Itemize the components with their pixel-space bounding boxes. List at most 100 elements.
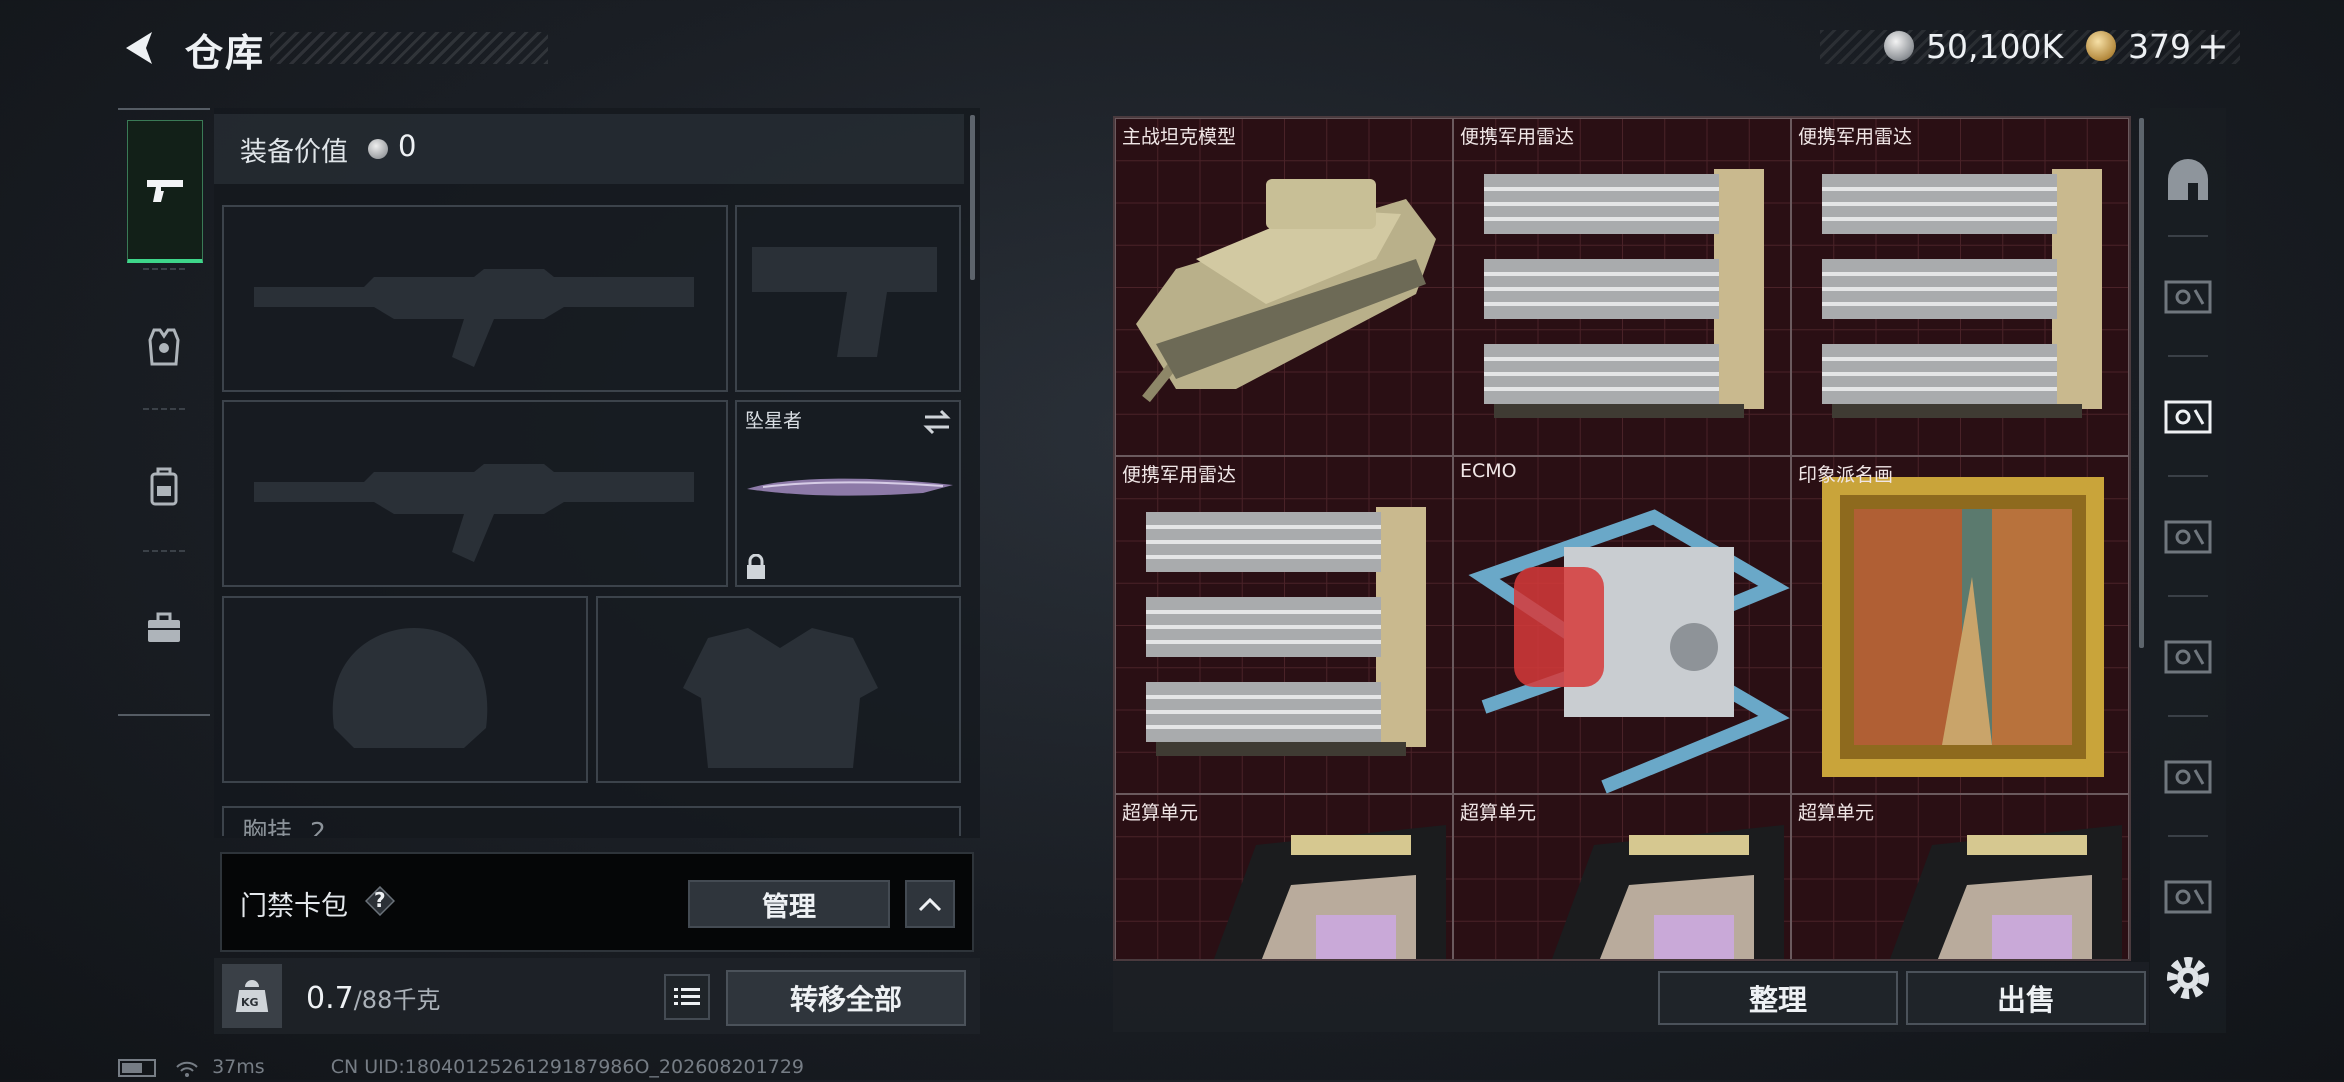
sort-button[interactable]: 整理: [1658, 971, 1898, 1025]
storage-item[interactable]: 主战坦克模型: [1115, 118, 1453, 456]
storage-box-icon: [2164, 520, 2212, 554]
secondary-weapon-slot[interactable]: [222, 400, 728, 587]
carry-weight: 0.7/88千克: [306, 980, 440, 1016]
backpack-icon: [150, 467, 178, 506]
body-armor-slot[interactable]: [596, 596, 961, 783]
storage-page-tab[interactable]: [2160, 508, 2216, 564]
storage-page-tab-active[interactable]: [2160, 388, 2216, 444]
collapse-button[interactable]: [905, 880, 955, 928]
gold-currency[interactable]: 379 +: [2086, 24, 2229, 68]
tab-kit[interactable]: [118, 582, 210, 674]
chest-rig-slot[interactable]: [222, 806, 961, 836]
vest-icon: [148, 328, 180, 366]
title-decoration: [270, 32, 548, 64]
back-icon[interactable]: [118, 26, 162, 70]
helmet-silhouette-icon: [332, 628, 488, 748]
storage-box-icon: [2164, 880, 2212, 914]
weight-max: /88: [353, 986, 393, 1014]
radar-icon: [1146, 507, 1426, 756]
melee-slot[interactable]: 坠星者: [735, 400, 961, 587]
tank-icon: [1136, 179, 1436, 403]
swap-icon[interactable]: [921, 408, 953, 436]
item-label: 便携军用雷达: [1460, 126, 1575, 148]
storage-item[interactable]: ECMO: [1453, 456, 1791, 794]
battery-icon: [118, 1058, 156, 1077]
transfer-all-button[interactable]: 转移全部: [726, 970, 966, 1026]
item-label: 超算单元: [1122, 802, 1199, 824]
chest-rig-name: 胸挂: [242, 817, 293, 836]
item-label: 便携军用雷达: [1122, 464, 1237, 486]
item-label: 便携军用雷达: [1798, 126, 1913, 148]
storage-page-tab[interactable]: [2160, 628, 2216, 684]
rifle-icon: [254, 269, 694, 367]
uid: CN UID:1804012526129187986O_202608201729: [330, 1056, 804, 1078]
storage-home-tab[interactable]: [2160, 152, 2216, 208]
helmet-slot[interactable]: [222, 596, 588, 783]
ping: 37ms: [212, 1056, 265, 1078]
tab-weapon[interactable]: [127, 120, 203, 263]
painting-icon: [1822, 477, 2104, 777]
pistol-icon: [147, 180, 183, 202]
help-icon[interactable]: ?: [364, 885, 396, 917]
category-tabs: [118, 108, 210, 716]
storage-item[interactable]: 便携军用雷达: [1115, 456, 1453, 794]
equipment-scrollbar[interactable]: [970, 115, 975, 280]
storage-page-tab[interactable]: [2160, 268, 2216, 324]
storage-page-tab[interactable]: [2160, 868, 2216, 924]
item-label: 印象派名画: [1798, 464, 1894, 486]
storage-grid: 主战坦克模型 便携军用雷达 便携军用雷达 便携军用雷达 ECMO 印象派名画 超…: [1113, 116, 2131, 961]
list-icon: [674, 988, 700, 1005]
storage-box-icon: [2164, 640, 2212, 674]
chest-rig-count: 2: [309, 817, 326, 836]
item-label: ECMO: [1460, 460, 1517, 482]
storage-item[interactable]: 超算单元: [1791, 794, 2129, 959]
gold-amount: 379: [2128, 26, 2191, 66]
storage-item[interactable]: 印象派名画: [1791, 456, 2129, 794]
melee-name: 坠星者: [745, 410, 803, 432]
radar-icon: [1822, 169, 2102, 418]
briefcase-icon: [148, 612, 180, 642]
silver-amount: 50,100K: [1926, 26, 2064, 66]
storage-item[interactable]: 超算单元: [1453, 794, 1791, 959]
storage-item[interactable]: 便携军用雷达: [1453, 118, 1791, 456]
equipment-value: 0: [398, 129, 417, 163]
sell-button[interactable]: 出售: [1906, 971, 2146, 1025]
sidearm-slot[interactable]: [735, 205, 961, 392]
ecmo-icon: [1468, 509, 1790, 794]
storage-box-icon: [2164, 280, 2212, 314]
manage-button[interactable]: 管理: [688, 880, 890, 928]
kg-icon-label: KG: [241, 996, 259, 1009]
silver-coin-icon: [1884, 31, 1914, 61]
access-card-label: 门禁卡包: [240, 891, 348, 922]
pistol-silhouette-icon: [752, 247, 937, 357]
storage-page-tab[interactable]: [2160, 748, 2216, 804]
storage-item[interactable]: 超算单元: [1115, 794, 1453, 959]
storage-scrollbar[interactable]: [2139, 118, 2144, 648]
storage-box-icon: [2164, 400, 2212, 434]
storage-box-icon: [2164, 760, 2212, 794]
chevron-up-icon: [918, 897, 942, 912]
silver-currency[interactable]: 50,100K: [1884, 24, 2063, 68]
gear-icon[interactable]: [2160, 950, 2216, 1006]
armor-silhouette-icon: [683, 628, 878, 768]
list-view-button[interactable]: [664, 974, 710, 1020]
add-currency-button[interactable]: +: [2197, 24, 2229, 68]
vault-icon: [2168, 159, 2208, 200]
equipment-value-label: 装备价值: [240, 137, 348, 168]
page-title: 仓库: [185, 31, 266, 75]
silver-coin-icon: [368, 139, 388, 159]
knife-icon: [747, 478, 953, 496]
lock-icon: [747, 554, 765, 579]
gold-coin-icon: [2086, 31, 2116, 61]
wifi-icon: [176, 1060, 198, 1077]
tab-armor[interactable]: [118, 300, 210, 392]
primary-weapon-slot[interactable]: [222, 205, 728, 392]
status-bar: 37ms CN UID:1804012526129187986O_2026082…: [118, 1056, 804, 1078]
weight-icon: KG: [222, 964, 282, 1028]
tab-backpack[interactable]: [118, 440, 210, 532]
item-label: 主战坦克模型: [1122, 126, 1237, 148]
help-label: ?: [374, 888, 386, 912]
storage-item[interactable]: 便携军用雷达: [1791, 118, 2129, 456]
radar-icon: [1484, 169, 1764, 418]
item-label: 超算单元: [1798, 802, 1875, 824]
